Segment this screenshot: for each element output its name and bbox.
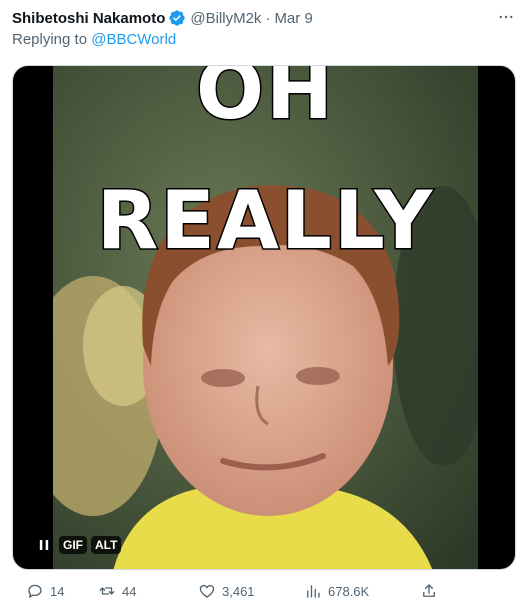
- retweet-count: 44: [122, 583, 137, 599]
- views-button[interactable]: 678.6K: [304, 582, 369, 600]
- pause-icon: [39, 540, 49, 550]
- views-count: 678.6K: [328, 583, 370, 599]
- more-options-button[interactable]: [495, 6, 517, 28]
- share-button[interactable]: [420, 582, 438, 600]
- replying-to-line: Replying to @BBCWorld: [12, 31, 176, 48]
- retweet-button[interactable]: 44: [98, 582, 136, 600]
- tweet-date[interactable]: Mar 9: [274, 10, 312, 27]
- heart-icon: [199, 584, 215, 598]
- gif-badge: GIF: [59, 536, 87, 554]
- tweet[interactable]: Shibetoshi Nakamoto @BillyM2k · Mar 9 Re…: [0, 0, 527, 611]
- reply-button[interactable]: 14: [26, 582, 64, 600]
- reply-count: 14: [50, 583, 65, 599]
- pause-button[interactable]: [33, 535, 55, 555]
- replying-to-label: Replying to: [12, 31, 88, 48]
- action-bar: 14 44 3,461 678.6K: [12, 580, 516, 604]
- like-count: 3,461: [222, 583, 255, 599]
- gif-caption-line-1: OH: [195, 66, 335, 139]
- more-icon: [499, 15, 513, 19]
- alt-badge[interactable]: ALT: [91, 536, 122, 554]
- tweet-header: Shibetoshi Nakamoto @BillyM2k · Mar 9: [12, 8, 313, 28]
- author-name[interactable]: Shibetoshi Nakamoto: [12, 10, 165, 27]
- gif-image: OH REALLY: [53, 66, 478, 569]
- separator-dot: ·: [265, 9, 271, 27]
- analytics-icon: [307, 585, 320, 598]
- share-icon: [423, 584, 435, 597]
- gif-media[interactable]: OH REALLY GIF ALT: [12, 65, 516, 570]
- verified-badge-icon: [168, 9, 186, 27]
- like-button[interactable]: 3,461: [198, 582, 255, 600]
- gif-badges: GIF ALT: [33, 535, 122, 555]
- reply-icon: [28, 584, 42, 599]
- gif-caption-line-2: REALLY: [95, 173, 435, 269]
- replying-to-link[interactable]: @BBCWorld: [91, 31, 176, 48]
- retweet-icon: [99, 587, 115, 595]
- author-handle[interactable]: @BillyM2k: [190, 10, 261, 27]
